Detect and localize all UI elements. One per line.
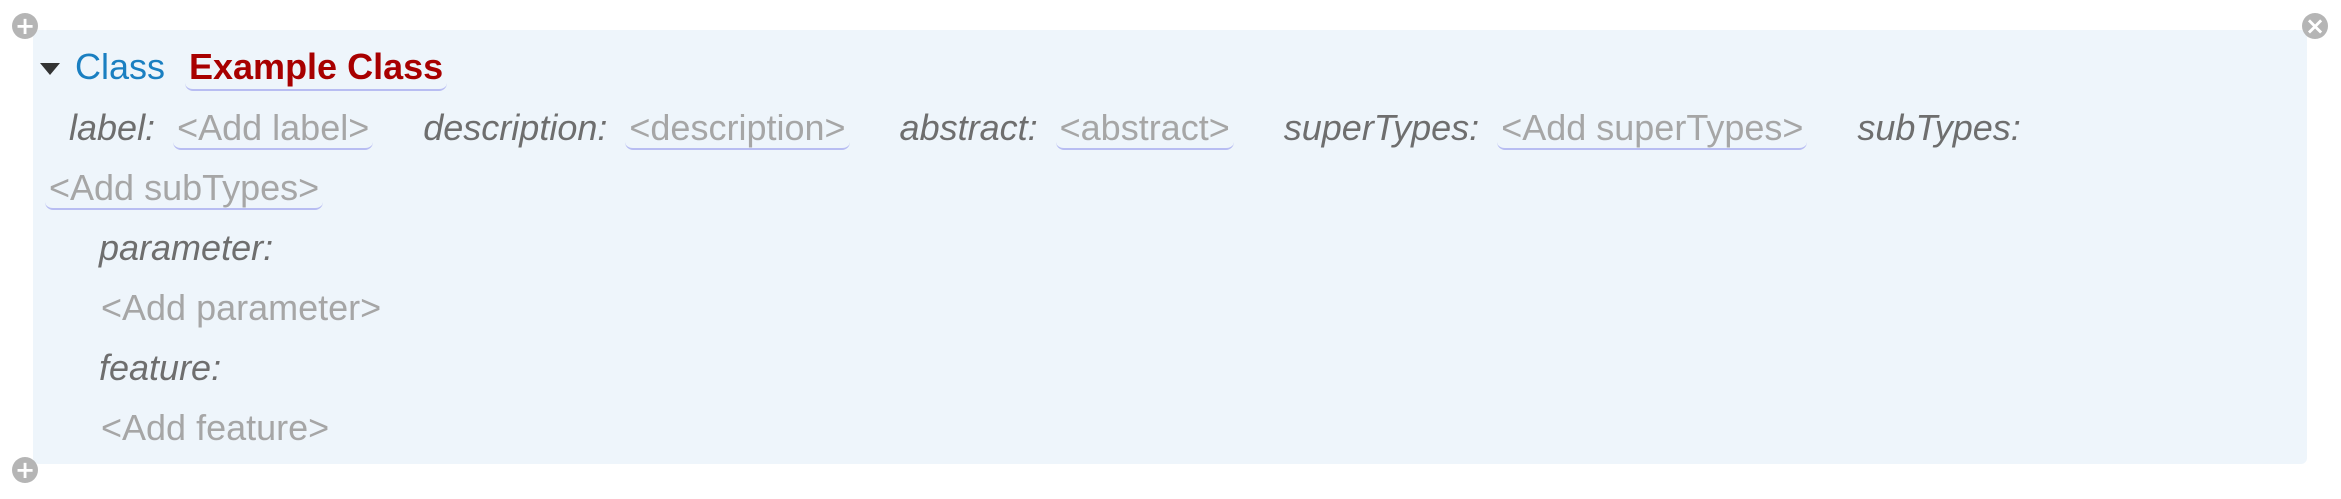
class-name-field[interactable]: Example Class: [185, 45, 448, 91]
parameter-section: parameter:: [99, 226, 273, 270]
label-label: label:: [69, 107, 156, 148]
feature-section: feature:: [99, 346, 221, 390]
add-parameter-row: <Add parameter>: [101, 286, 381, 330]
subtypes-input[interactable]: <Add subTypes>: [45, 167, 324, 210]
description-label: description:: [423, 107, 608, 148]
supertypes-input[interactable]: <Add superTypes>: [1497, 107, 1808, 150]
subtypes-row: <Add subTypes>: [45, 166, 324, 210]
description-input[interactable]: <description>: [625, 107, 850, 150]
add-parameter-button[interactable]: <Add parameter>: [101, 287, 381, 328]
add-feature-button[interactable]: <Add feature>: [101, 407, 329, 448]
label-input[interactable]: <Add label>: [173, 107, 374, 150]
add-above-icon[interactable]: +: [12, 13, 38, 39]
supertypes-label: superTypes:: [1283, 107, 1480, 148]
abstract-label: abstract:: [899, 107, 1038, 148]
properties-row: label: <Add label> description: <descrip…: [69, 106, 2021, 150]
abstract-input[interactable]: <abstract>: [1055, 107, 1234, 150]
add-below-icon[interactable]: +: [12, 457, 38, 483]
feature-label: feature:: [99, 347, 222, 388]
add-feature-row: <Add feature>: [101, 406, 329, 450]
subtypes-label: subTypes:: [1857, 107, 2021, 148]
class-keyword: Class: [75, 46, 166, 87]
collapse-triangle-icon[interactable]: [40, 63, 60, 75]
class-editor-panel: [33, 30, 2307, 464]
parameter-label: parameter:: [99, 227, 274, 268]
close-icon[interactable]: ×: [2302, 13, 2328, 39]
